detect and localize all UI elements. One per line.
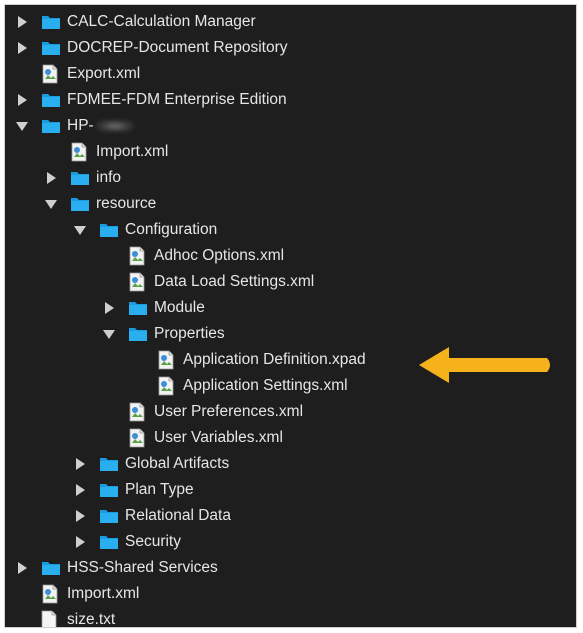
tree-item-label: Module bbox=[154, 299, 205, 316]
chevron-down-icon[interactable] bbox=[44, 197, 58, 211]
tree-item-resource[interactable]: resource bbox=[5, 191, 576, 217]
chevron-down-icon[interactable] bbox=[15, 119, 29, 133]
tree-item-label: Adhoc Options.xml bbox=[154, 247, 285, 264]
tree-item-label: Plan Type bbox=[125, 481, 194, 498]
tree-item-data-load-settings-xml[interactable]: Data Load Settings.xml bbox=[5, 269, 576, 295]
tree-item-label: HP- bbox=[67, 117, 94, 134]
tree-item-label: Relational Data bbox=[125, 507, 231, 524]
folder-icon bbox=[41, 40, 61, 56]
chevron-right-icon[interactable] bbox=[102, 301, 116, 315]
tree-item-label: Configuration bbox=[125, 221, 218, 238]
tree-item-label: DOCREP-Document Repository bbox=[67, 39, 288, 56]
tree-item-label: Import.xml bbox=[96, 143, 169, 160]
tree-item-label: Application Definition.xpad bbox=[183, 351, 366, 368]
folder-icon bbox=[99, 456, 119, 472]
tree-item-label: User Variables.xml bbox=[154, 429, 283, 446]
tree-item-adhoc-options-xml[interactable]: Adhoc Options.xml bbox=[5, 243, 576, 269]
xml-file-icon bbox=[128, 246, 148, 266]
tree-item-info[interactable]: info bbox=[5, 165, 576, 191]
xml-file-icon bbox=[128, 428, 148, 448]
tree-item-user-preferences-xml[interactable]: User Preferences.xml bbox=[5, 399, 576, 425]
xml-file-icon bbox=[128, 272, 148, 292]
xml-file-icon bbox=[128, 402, 148, 422]
chevron-down-icon[interactable] bbox=[73, 223, 87, 237]
chevron-right-icon[interactable] bbox=[73, 509, 87, 523]
folder-icon bbox=[128, 326, 148, 342]
xml-file-icon bbox=[157, 376, 177, 396]
tree-item-configuration[interactable]: Configuration bbox=[5, 217, 576, 243]
folder-icon bbox=[99, 482, 119, 498]
folder-icon bbox=[99, 222, 119, 238]
chevron-right-icon[interactable] bbox=[73, 457, 87, 471]
folder-icon bbox=[41, 92, 61, 108]
chevron-right-icon[interactable] bbox=[15, 93, 29, 107]
file-tree: CALC-Calculation Manager DOCREP-Document… bbox=[5, 9, 576, 628]
tree-item-label: Data Load Settings.xml bbox=[154, 273, 315, 290]
tree-item-label: info bbox=[96, 169, 121, 186]
folder-icon bbox=[41, 14, 61, 30]
chevron-right-icon[interactable] bbox=[15, 561, 29, 575]
tree-item-label: resource bbox=[96, 195, 157, 212]
tree-item-plan-type[interactable]: Plan Type bbox=[5, 477, 576, 503]
finder-window: CALC-Calculation Manager DOCREP-Document… bbox=[4, 4, 577, 628]
chevron-right-icon[interactable] bbox=[15, 15, 29, 29]
tree-item-security[interactable]: Security bbox=[5, 529, 576, 555]
tree-item-relational-data[interactable]: Relational Data bbox=[5, 503, 576, 529]
tree-item-label: Global Artifacts bbox=[125, 455, 230, 472]
tree-item-module[interactable]: Module bbox=[5, 295, 576, 321]
tree-item-import-xml[interactable]: Import.xml bbox=[5, 581, 576, 607]
folder-icon bbox=[41, 560, 61, 576]
xml-file-icon bbox=[41, 64, 61, 84]
folder-icon bbox=[99, 508, 119, 524]
tree-item-docrep[interactable]: DOCREP-Document Repository bbox=[5, 35, 576, 61]
tree-item-export-xml[interactable]: Export.xml bbox=[5, 61, 576, 87]
xml-file-icon bbox=[70, 142, 90, 162]
text-file-icon bbox=[41, 610, 61, 627]
tree-item-label: Security bbox=[125, 533, 181, 550]
folder-icon bbox=[99, 534, 119, 550]
arrow-left-icon bbox=[419, 347, 550, 383]
folder-icon bbox=[70, 170, 90, 186]
xml-file-icon bbox=[157, 350, 177, 370]
tree-item-calc[interactable]: CALC-Calculation Manager bbox=[5, 9, 576, 35]
xml-file-icon bbox=[41, 584, 61, 604]
tree-item-label: User Preferences.xml bbox=[154, 403, 304, 420]
tree-item-label: Import.xml bbox=[67, 585, 140, 602]
chevron-right-icon[interactable] bbox=[73, 535, 87, 549]
tree-item-label: Export.xml bbox=[67, 65, 141, 82]
chevron-down-icon[interactable] bbox=[102, 327, 116, 341]
chevron-right-icon[interactable] bbox=[44, 171, 58, 185]
tree-item-size-txt[interactable]: size.txt bbox=[5, 607, 576, 628]
tree-item-hp-import-xml[interactable]: Import.xml bbox=[5, 139, 576, 165]
tree-item-label: CALC-Calculation Manager bbox=[67, 13, 256, 30]
tree-item-hss[interactable]: HSS-Shared Services bbox=[5, 555, 576, 581]
chevron-right-icon[interactable] bbox=[15, 41, 29, 55]
tree-item-label: HSS-Shared Services bbox=[67, 559, 218, 576]
tree-item-global-artifacts[interactable]: Global Artifacts bbox=[5, 451, 576, 477]
tree-item-user-variables-xml[interactable]: User Variables.xml bbox=[5, 425, 576, 451]
tree-item-label: Properties bbox=[154, 325, 225, 342]
tree-item-label: size.txt bbox=[67, 611, 116, 628]
folder-icon bbox=[128, 300, 148, 316]
folder-icon bbox=[41, 118, 61, 134]
chevron-right-icon[interactable] bbox=[73, 483, 87, 497]
folder-icon bbox=[70, 196, 90, 212]
tree-item-label: Application Settings.xml bbox=[183, 377, 348, 394]
tree-item-label: FDMEE-FDM Enterprise Edition bbox=[67, 91, 287, 108]
tree-item-hp[interactable]: HP- bbox=[5, 113, 576, 139]
redacted-text bbox=[95, 120, 134, 132]
tree-item-fdmee[interactable]: FDMEE-FDM Enterprise Edition bbox=[5, 87, 576, 113]
